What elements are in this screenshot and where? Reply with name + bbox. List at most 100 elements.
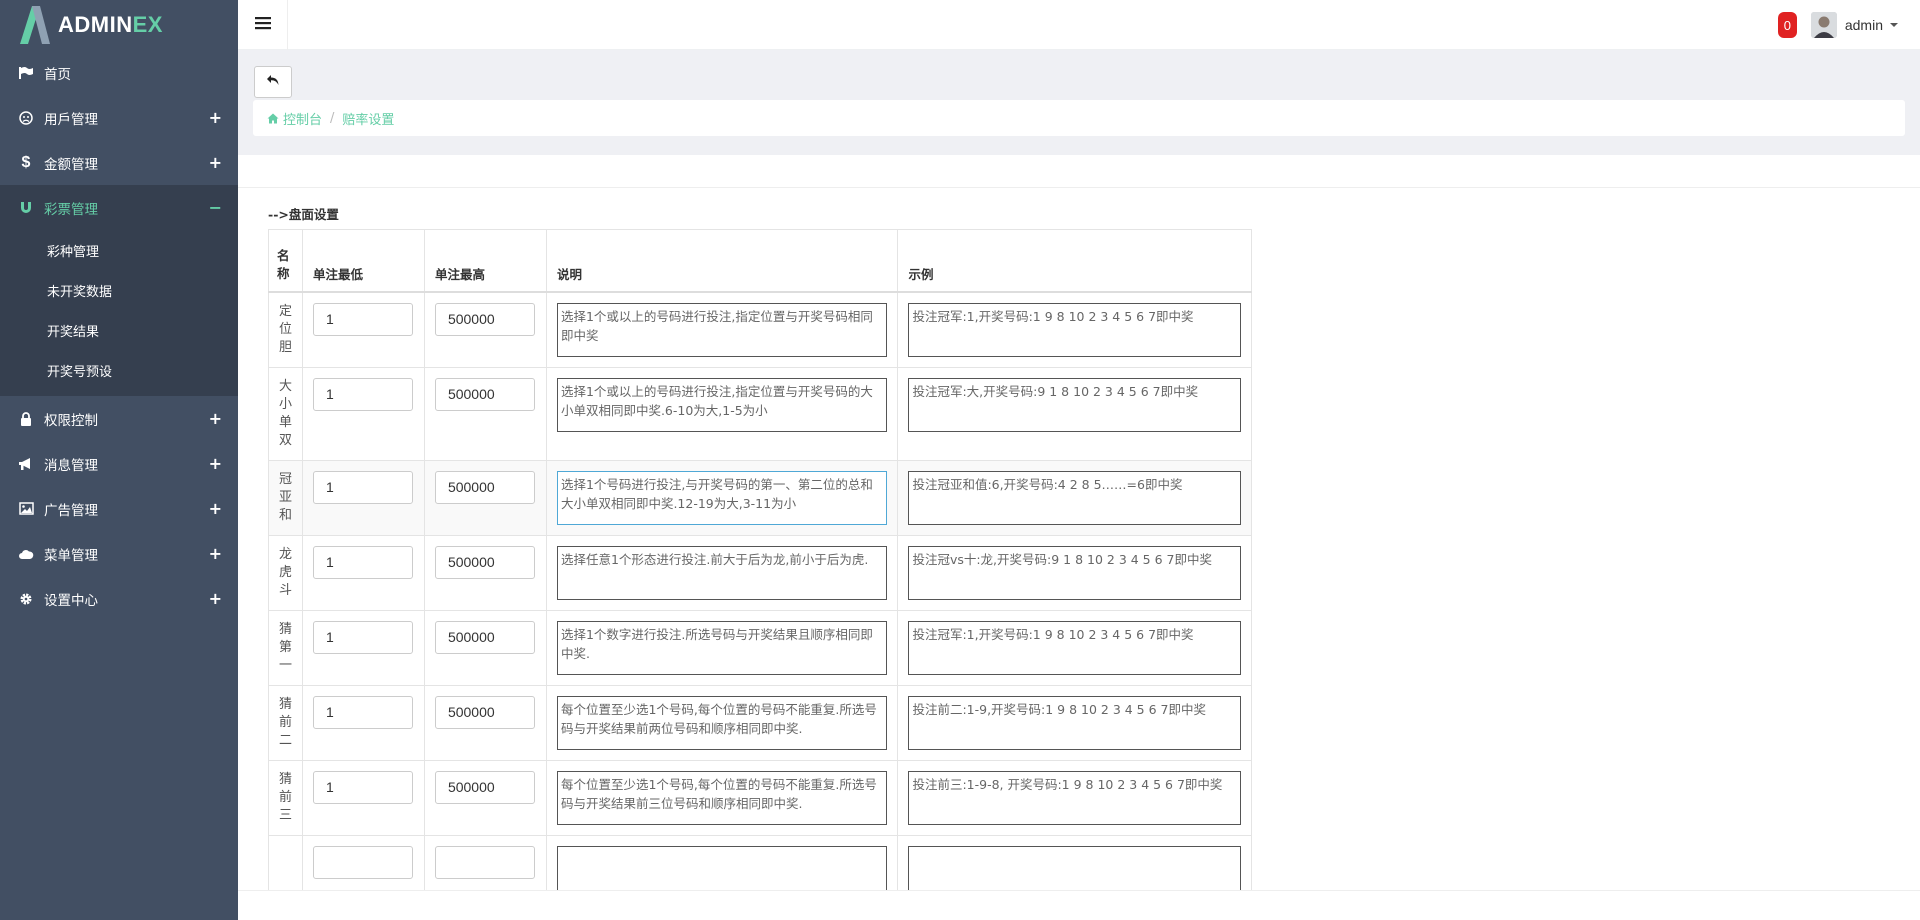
max-bet-input[interactable]: 500000	[434, 470, 535, 504]
row-name: 猜前二	[268, 684, 303, 761]
collapse-icon: −	[208, 198, 222, 217]
odds-table-scroll[interactable]: 名称 单注最低 单注最高 说明 示例 定位胆 1 500000 选择1个或以上的…	[268, 229, 1252, 913]
sidebar-item-menus[interactable]: 菜单管理 +	[0, 531, 238, 576]
gear-icon	[18, 591, 34, 607]
row-name: 猜前三	[268, 759, 303, 836]
username[interactable]: admin	[1845, 17, 1883, 33]
flag-icon	[18, 65, 34, 81]
min-bet-input[interactable]	[312, 845, 413, 879]
submenu-item-draw-results[interactable]: 开奖结果	[0, 310, 238, 350]
caret-down-icon[interactable]	[1890, 23, 1898, 27]
sidebar-item-finance[interactable]: $ 金额管理 +	[0, 140, 238, 185]
expand-icon: +	[208, 499, 222, 518]
home-icon	[267, 113, 279, 124]
reply-icon	[266, 74, 280, 90]
example-textarea[interactable]: 投注前三:1-9-8, 开奖号码:1 9 8 10 2 3 4 5 6 7即中奖	[908, 770, 1241, 825]
max-bet-input[interactable]: 500000	[434, 377, 535, 411]
row-name: 龙虎斗	[268, 534, 303, 611]
example-textarea[interactable]: 投注冠vs十:龙,开奖号码:9 1 8 10 2 3 4 5 6 7即中奖	[908, 545, 1241, 600]
min-bet-input[interactable]: 1	[312, 302, 413, 336]
description-textarea[interactable]: 选择1个数字进行投注.所选号码与开奖结果且顺序相同即中奖.	[556, 620, 888, 675]
magnet-icon	[18, 200, 34, 216]
header-desc: 说明	[545, 229, 899, 293]
row-name: 猜第一	[268, 609, 303, 686]
footer-strip	[238, 890, 1920, 920]
user-area: 0 admin	[1777, 0, 1898, 50]
image-icon	[18, 501, 34, 517]
example-textarea[interactable]: 投注冠亚和值:6,开奖号码:4 2 8 5……=6即中奖	[908, 470, 1241, 525]
max-bet-input[interactable]: 500000	[434, 695, 535, 729]
table-row: 龙虎斗 1 500000 选择任意1个形态进行投注.前大于后为龙,前小于后为虎.…	[268, 534, 1252, 611]
expand-icon: +	[208, 589, 222, 608]
logo-text: ADMINEX	[58, 12, 163, 37]
header-max: 单注最高	[423, 229, 547, 293]
description-textarea[interactable]: 选择1个或以上的号码进行投注,指定位置与开奖号码的大小单双相同即中奖.6-10为…	[556, 377, 888, 432]
table-row: 定位胆 1 500000 选择1个或以上的号码进行投注,指定位置与开奖号码相同即…	[268, 291, 1252, 368]
sidebar-item-lottery[interactable]: 彩票管理 −	[0, 185, 238, 230]
lock-icon	[18, 411, 34, 427]
row-name: 大小单双	[268, 366, 303, 461]
min-bet-input[interactable]: 1	[312, 695, 413, 729]
description-textarea[interactable]: 选择1个或以上的号码进行投注,指定位置与开奖号码相同即中奖	[556, 302, 888, 357]
min-bet-input[interactable]: 1	[312, 470, 413, 504]
max-bet-input[interactable]: 500000	[434, 770, 535, 804]
breadcrumb: 控制台 / 赔率设置	[253, 100, 1905, 136]
row-name: 冠亚和	[268, 459, 303, 536]
min-bet-input[interactable]: 1	[312, 620, 413, 654]
breadcrumb-home-link[interactable]: 控制台	[267, 109, 322, 128]
avatar[interactable]	[1810, 12, 1837, 38]
lottery-submenu: 彩种管理 未开奖数据 开奖结果 开奖号预设	[0, 230, 238, 396]
submenu-item-draw-preset[interactable]: 开奖号预设	[0, 350, 238, 390]
min-bet-input[interactable]: 1	[312, 377, 413, 411]
sidebar-item-users[interactable]: 用戶管理 +	[0, 95, 238, 140]
table-row: 猜前三 1 500000 每个位置至少选1个号码,每个位置的号码不能重复.所选号…	[268, 759, 1252, 836]
description-textarea[interactable]: 每个位置至少选1个号码,每个位置的号码不能重复.所选号码与开奖结果前两位号码和顺…	[556, 695, 888, 750]
submenu-item-lottery-types[interactable]: 彩种管理	[0, 230, 238, 270]
min-bet-input[interactable]: 1	[312, 770, 413, 804]
example-textarea[interactable]: 投注冠军:大,开奖号码:9 1 8 10 2 3 4 5 6 7即中奖	[908, 377, 1241, 432]
submenu-item-undrawn-data[interactable]: 未开奖数据	[0, 270, 238, 310]
sidebar-item-settings[interactable]: 设置中心 +	[0, 576, 238, 621]
table-header-row: 名称 单注最低 单注最高 说明 示例	[268, 229, 1252, 293]
header-example: 示例	[897, 229, 1252, 293]
example-textarea[interactable]: 投注冠军:1,开奖号码:1 9 8 10 2 3 4 5 6 7即中奖	[908, 302, 1241, 357]
expand-icon: +	[208, 153, 222, 172]
logo[interactable]: ADMINEX	[0, 0, 238, 50]
description-textarea[interactable]: 每个位置至少选1个号码,每个位置的号码不能重复.所选号码与开奖结果前三位号码和顺…	[556, 770, 888, 825]
table-body: 定位胆 1 500000 选择1个或以上的号码进行投注,指定位置与开奖号码相同即…	[268, 291, 1252, 911]
description-textarea[interactable]: 选择任意1个形态进行投注.前大于后为龙,前小于后为虎.	[556, 545, 888, 600]
notification-badge[interactable]: 0	[1777, 12, 1797, 38]
menu-toggle-button[interactable]	[238, 0, 288, 50]
back-button[interactable]	[254, 66, 292, 98]
max-bet-input[interactable]: 500000	[434, 302, 535, 336]
sidebar-item-messages[interactable]: 消息管理 +	[0, 441, 238, 486]
page-head: 控制台 / 赔率设置	[238, 50, 1920, 155]
cloud-icon	[18, 546, 34, 562]
example-textarea[interactable]: 投注冠军:1,开奖号码:1 9 8 10 2 3 4 5 6 7即中奖	[908, 620, 1241, 675]
table-row: 猜第一 1 500000 选择1个数字进行投注.所选号码与开奖结果且顺序相同即中…	[268, 609, 1252, 686]
expand-icon: +	[208, 409, 222, 428]
expand-icon: +	[208, 454, 222, 473]
min-bet-input[interactable]: 1	[312, 545, 413, 579]
sidebar-item-home[interactable]: 首页	[0, 50, 238, 95]
max-bet-input[interactable]: 500000	[434, 545, 535, 579]
sidebar: ADMINEX 首页 用戶管理 + $ 金额管理 + 彩票管理 − 彩种管理 未…	[0, 0, 238, 920]
header-name: 名称	[268, 229, 303, 293]
max-bet-input[interactable]	[434, 845, 535, 879]
section-title: -->盘面设置	[268, 207, 339, 222]
sidebar-item-ads[interactable]: 广告管理 +	[0, 486, 238, 531]
bullhorn-icon	[18, 456, 34, 472]
example-textarea[interactable]: 投注前二:1-9,开奖号码:1 9 8 10 2 3 4 5 6 7即中奖	[908, 695, 1241, 750]
table-row: 大小单双 1 500000 选择1个或以上的号码进行投注,指定位置与开奖号码的大…	[268, 366, 1252, 461]
odds-table: 名称 单注最低 单注最高 说明 示例 定位胆 1 500000 选择1个或以上的…	[268, 229, 1252, 911]
logo-icon	[18, 4, 52, 46]
breadcrumb-separator: /	[330, 110, 335, 126]
header-min: 单注最低	[301, 229, 425, 293]
max-bet-input[interactable]: 500000	[434, 620, 535, 654]
expand-icon: +	[208, 544, 222, 563]
description-textarea[interactable]: 选择1个号码进行投注,与开奖号码的第一、第二位的总和大小单双相同即中奖.12-1…	[556, 470, 888, 525]
top-header: 0 admin	[238, 0, 1920, 50]
hamburger-icon	[254, 16, 271, 34]
sidebar-item-permissions[interactable]: 权限控制 +	[0, 396, 238, 441]
dollar-icon: $	[21, 153, 31, 171]
